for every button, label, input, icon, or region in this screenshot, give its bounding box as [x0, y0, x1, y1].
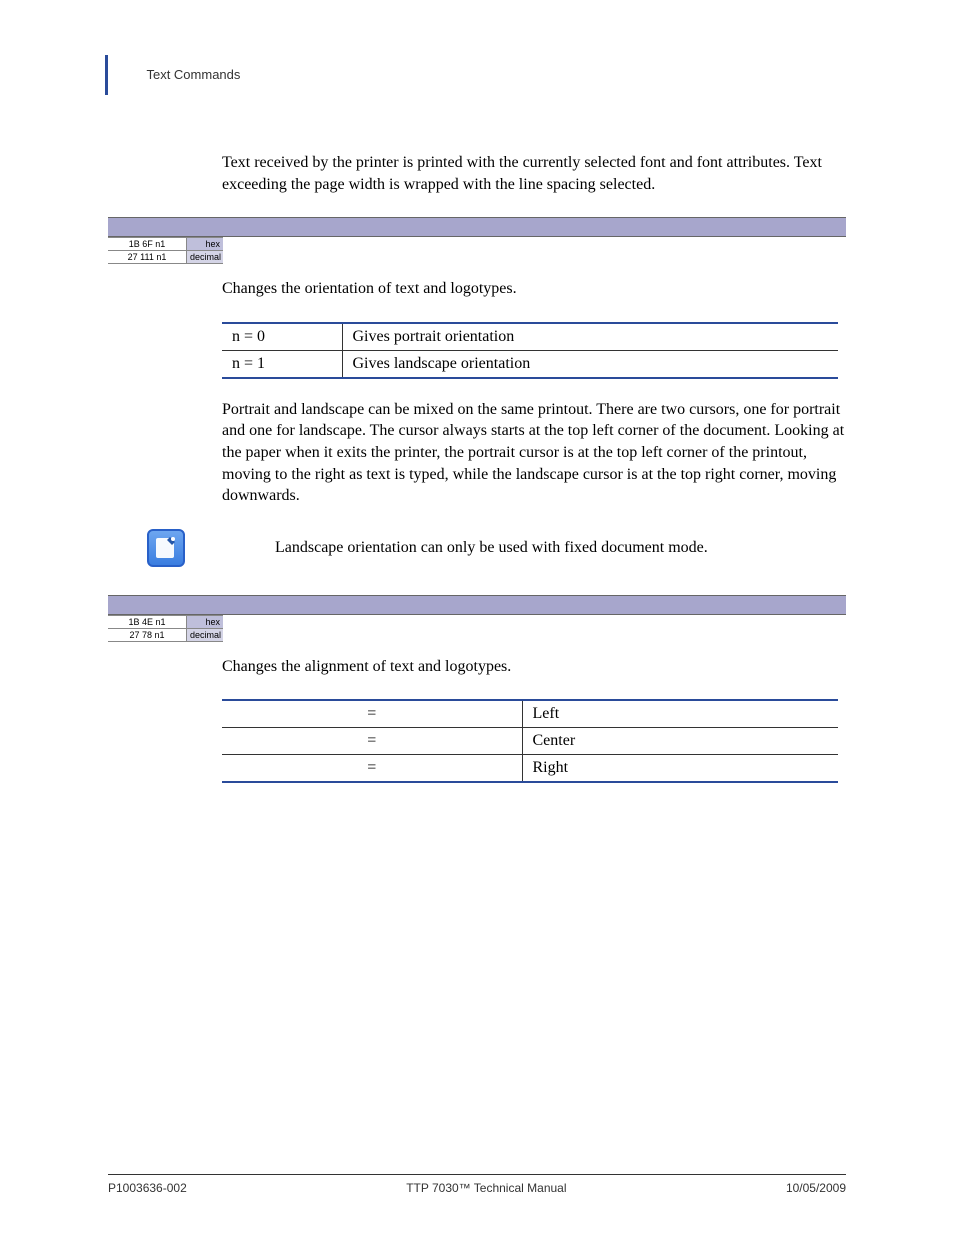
code-hex: 1B 6F n1: [108, 238, 187, 250]
meaning-cell: Gives landscape orientation: [342, 350, 838, 378]
code-dec-label: decimal: [187, 251, 223, 263]
command2-description: Changes the alignment of text and logoty…: [222, 656, 846, 678]
meaning-cell: Center: [522, 728, 838, 755]
param-cell: n = 0: [222, 323, 342, 351]
command-orientation-block: 1B 6F n1 hex 27 111 n1 decimal: [108, 217, 846, 264]
param-cell: n = 1: [222, 350, 342, 378]
intro-paragraph: Text received by the printer is printed …: [222, 152, 846, 195]
header-accent-rule: [105, 55, 108, 95]
footer-title: TTP 7030™ Technical Manual: [406, 1181, 566, 1195]
command1-description: Changes the orientation of text and logo…: [222, 278, 846, 300]
command-codes: 1B 4E n1 hex 27 78 n1 decimal: [108, 615, 223, 642]
table-row: = Left: [222, 700, 838, 728]
note-text: Landscape orientation can only be used w…: [275, 539, 708, 557]
code-dec-label: decimal: [187, 629, 223, 641]
orientation-table: n = 0 Gives portrait orientation n = 1 G…: [222, 322, 838, 379]
table-row: = Right: [222, 755, 838, 783]
meaning-cell: Left: [522, 700, 838, 728]
command-banner: [108, 217, 846, 237]
meaning-cell: Right: [522, 755, 838, 783]
code-dec: 27 78 n1: [108, 629, 187, 641]
note-icon: [147, 529, 185, 567]
code-hex: 1B 4E n1: [108, 616, 187, 628]
note-block: Landscape orientation can only be used w…: [147, 529, 846, 567]
code-hex-label: hex: [187, 238, 223, 250]
param-cell: =: [222, 728, 522, 755]
command-codes: 1B 6F n1 hex 27 111 n1 decimal: [108, 237, 223, 264]
code-hex-label: hex: [187, 616, 223, 628]
table-row: n = 0 Gives portrait orientation: [222, 323, 838, 351]
meaning-cell: Gives portrait orientation: [342, 323, 838, 351]
footer-date: 10/05/2009: [786, 1181, 846, 1195]
table-row: = Center: [222, 728, 838, 755]
footer-doc-number: P1003636-002: [108, 1181, 187, 1195]
page-footer: P1003636-002 TTP 7030™ Technical Manual …: [108, 1174, 846, 1195]
command-banner: [108, 595, 846, 615]
command1-detail: Portrait and landscape can be mixed on t…: [222, 399, 846, 507]
header-section-title: Text Commands: [146, 55, 240, 82]
code-dec: 27 111 n1: [108, 251, 187, 263]
param-cell: =: [222, 700, 522, 728]
page-header: 00 Text Commands: [108, 55, 846, 82]
alignment-table: = Left = Center = Right: [222, 699, 838, 783]
command-alignment-block: 1B 4E n1 hex 27 78 n1 decimal: [108, 595, 846, 642]
table-row: n = 1 Gives landscape orientation: [222, 350, 838, 378]
param-cell: =: [222, 755, 522, 783]
